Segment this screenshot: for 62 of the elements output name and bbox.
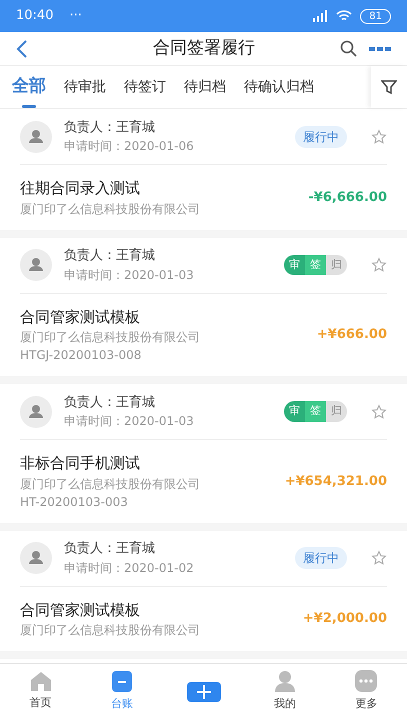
filter-tab[interactable]: 待归档 (184, 66, 226, 108)
status-badge: 履行中 (295, 126, 347, 148)
person-icon (274, 670, 296, 692)
company-name: 厦门印了么信息科技股份有限公司 (20, 622, 201, 639)
more-icon[interactable] (369, 46, 391, 52)
page-title: 合同签署履行 (152, 36, 256, 60)
company-name: 厦门印了么信息科技股份有限公司 (20, 329, 201, 346)
contract-code: HTGJ-20200103-008 (20, 347, 142, 364)
nav-tab[interactable]: 我的 (244, 670, 326, 713)
owner-name: 负责人：王育城 (64, 394, 156, 412)
contract-code: HT-20200103-003 (20, 494, 129, 510)
contract-amount: +¥666.00 (316, 326, 387, 344)
status-dots: ··· (69, 7, 82, 26)
company-name: 厦门印了么信息科技股份有限公司 (20, 200, 201, 218)
step-label: 签 (305, 254, 326, 276)
home-icon (30, 671, 52, 692)
contract-amount: -¥6,666.00 (308, 188, 387, 206)
search-icon[interactable] (340, 40, 357, 57)
step-label: 签 (305, 401, 326, 422)
filter-icon[interactable] (381, 79, 397, 95)
filter-tab[interactable]: 待签订 (124, 66, 166, 108)
owner-name: 负责人：王育城 (64, 246, 156, 266)
signal-icon (312, 10, 328, 22)
battery-level: 81 (360, 8, 391, 24)
owner-name: 负责人：王育城 (64, 540, 156, 558)
avatar-icon (20, 542, 52, 574)
contract-amount: +¥654,321.00 (284, 472, 387, 490)
avatar-icon (20, 249, 52, 281)
owner-name: 负责人：王育城 (64, 118, 156, 137)
star-icon[interactable] (371, 128, 387, 144)
contract-title: 非标合同手机测试 (20, 453, 141, 474)
star-icon[interactable] (371, 257, 387, 273)
nav-tab[interactable]: 更多 (326, 670, 407, 713)
add-button[interactable] (186, 682, 221, 702)
step-label: 归 (326, 254, 347, 276)
apply-date: 申请时间：2020-01-02 (64, 560, 195, 577)
apply-date: 申请时间：2020-01-03 (64, 413, 195, 430)
contract-amount: +¥2,000.00 (302, 610, 387, 628)
step-label: 审 (284, 401, 305, 422)
avatar-icon (20, 396, 52, 428)
filter-tab[interactable]: 全部 (12, 66, 46, 108)
ledger-icon (112, 670, 132, 692)
avatar-icon (20, 120, 52, 152)
apply-date: 申请时间：2020-01-03 (64, 266, 195, 284)
wifi-icon (336, 10, 352, 22)
more-icon (355, 670, 378, 692)
company-name: 厦门印了么信息科技股份有限公司 (20, 476, 201, 492)
status-badge: 履行中 (295, 547, 347, 569)
step-label: 归 (326, 401, 347, 422)
contract-title: 往期合同录入测试 (20, 178, 141, 199)
apply-date: 申请时间：2020-01-06 (64, 138, 195, 156)
filter-tab[interactable]: 待审批 (64, 66, 106, 108)
star-icon[interactable] (371, 550, 387, 566)
status-time: 10:40 (16, 7, 54, 26)
contract-title: 合同管家测试模板 (20, 600, 141, 620)
contract-title: 合同管家测试模板 (20, 306, 141, 328)
filter-tab[interactable]: 待确认归档 (244, 66, 314, 108)
step-label: 审 (284, 254, 305, 276)
nav-tab[interactable]: 首页 (0, 671, 82, 712)
plus-icon (196, 684, 211, 698)
back-icon[interactable] (16, 40, 28, 58)
star-icon[interactable] (371, 404, 387, 420)
